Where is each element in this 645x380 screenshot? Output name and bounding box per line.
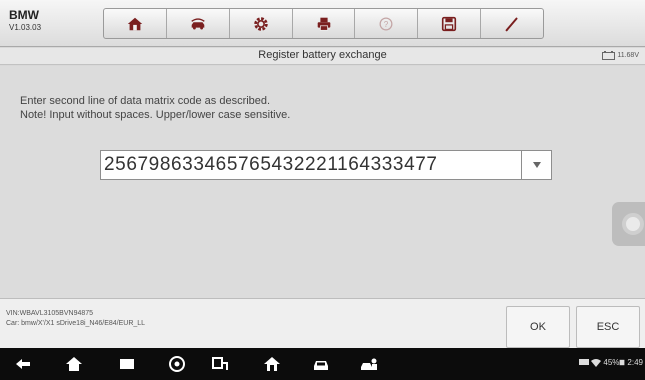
home-icon bbox=[127, 17, 143, 30]
edit-icon bbox=[505, 17, 518, 31]
browser-icon bbox=[169, 356, 185, 372]
clock: 2:49 bbox=[627, 358, 643, 367]
page-title: Register battery exchange bbox=[258, 49, 387, 61]
instruction-text: Enter second line of data matrix code as… bbox=[20, 94, 290, 122]
recent-apps-icon bbox=[120, 359, 134, 369]
android-home-button[interactable] bbox=[65, 355, 83, 373]
print-button[interactable] bbox=[293, 9, 356, 38]
diagnostics-home-icon bbox=[264, 357, 280, 371]
edit-button[interactable] bbox=[481, 9, 543, 38]
home-button[interactable] bbox=[104, 9, 167, 38]
battery-voltage: 11.68V bbox=[602, 51, 639, 60]
app-title: BMW V1.03.03 bbox=[9, 9, 79, 33]
browser-button[interactable] bbox=[168, 355, 186, 373]
diagnostics-home-button[interactable] bbox=[263, 355, 281, 373]
car-battery-icon bbox=[602, 51, 616, 60]
floating-side-handle[interactable] bbox=[612, 202, 645, 246]
function-title-bar: Register battery exchange 11.68V bbox=[0, 48, 645, 65]
chevron-down-icon bbox=[532, 162, 541, 168]
battery-voltage-value: 11.68V bbox=[617, 52, 639, 59]
vci-connector-icon bbox=[212, 357, 228, 370]
settings-button[interactable] bbox=[230, 9, 293, 38]
top-toolbar: BMW V1.03.03 ? bbox=[0, 0, 645, 47]
vehicle-swap-button[interactable] bbox=[167, 9, 230, 38]
car-text: Car: bmw/X'/X1 sDrive18i_N46/E84/EUR_LL bbox=[6, 320, 146, 327]
instruction-line-2: Note! Input without spaces. Upper/lower … bbox=[20, 109, 291, 121]
vehicle-info-bar: VIN:WBAVL3105BVN94875 Car: bmw/X'/X1 sDr… bbox=[0, 298, 645, 348]
battery-percent: 45% bbox=[603, 358, 620, 367]
vci-button[interactable] bbox=[211, 355, 229, 373]
settings-icon bbox=[253, 16, 268, 31]
vehicle-swap-icon bbox=[191, 17, 205, 29]
esc-button[interactable]: ESC bbox=[576, 306, 640, 348]
message-icon bbox=[579, 359, 590, 365]
help-button[interactable]: ? bbox=[355, 9, 419, 38]
save-button[interactable] bbox=[418, 9, 482, 38]
code-input[interactable]: 256798633465765432221164333477 bbox=[100, 150, 522, 180]
main-content: Enter second line of data matrix code as… bbox=[0, 66, 645, 298]
back-arrow-icon bbox=[16, 359, 30, 369]
app-version: V1.03.03 bbox=[9, 23, 42, 32]
code-dropdown-button[interactable] bbox=[522, 150, 552, 180]
home-icon bbox=[66, 357, 82, 371]
wifi-icon bbox=[591, 359, 602, 367]
svg-text:?: ? bbox=[384, 20, 389, 29]
recent-apps-button[interactable] bbox=[118, 355, 136, 373]
vin-text: VIN:WBAVL3105BVN94875 bbox=[6, 310, 94, 317]
mechanic-button[interactable] bbox=[360, 355, 378, 373]
help-icon: ? bbox=[379, 17, 393, 30]
battery-icon bbox=[620, 359, 625, 366]
vehicle-button[interactable] bbox=[312, 355, 330, 373]
toolbar-buttons: ? bbox=[103, 8, 544, 39]
app-name: BMW bbox=[9, 8, 39, 22]
vehicle-info: VIN:WBAVL3105BVN94875 Car: bmw/X'/X1 sDr… bbox=[6, 309, 145, 329]
system-nav-bar: 45% 2:49 bbox=[0, 348, 645, 380]
car-icon bbox=[314, 361, 328, 370]
status-area: 45% 2:49 bbox=[579, 358, 643, 367]
floating-knob-icon bbox=[622, 213, 644, 235]
save-icon bbox=[442, 16, 457, 31]
ok-button[interactable]: OK bbox=[506, 306, 570, 348]
back-button[interactable] bbox=[14, 355, 32, 373]
print-icon bbox=[317, 17, 330, 31]
instruction-line-1: Enter second line of data matrix code as… bbox=[20, 95, 271, 107]
mechanic-car-icon bbox=[361, 358, 377, 370]
